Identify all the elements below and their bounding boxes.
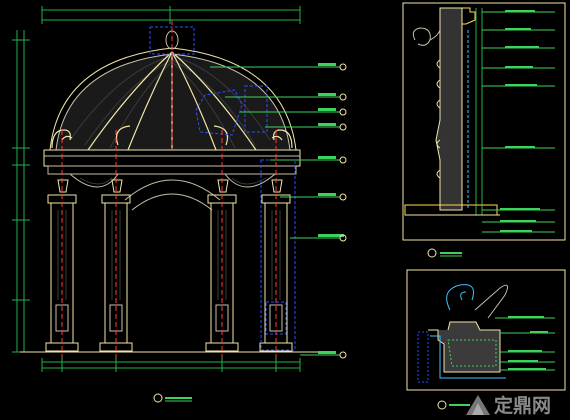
elevation-view	[12, 6, 347, 403]
watermark: 定鼎网	[466, 394, 551, 417]
detail-view	[406, 269, 566, 410]
detail-profile	[428, 321, 501, 373]
section-wall	[435, 7, 463, 211]
detail-title-bubble	[437, 400, 447, 410]
cad-drawing-canvas: 定鼎网	[12, 2, 566, 417]
entablature	[43, 149, 301, 167]
section-view	[402, 2, 566, 258]
watermark-text: 定鼎网	[494, 394, 551, 417]
section-title-bubble	[427, 248, 437, 258]
elevation-title-bubble	[153, 393, 163, 403]
